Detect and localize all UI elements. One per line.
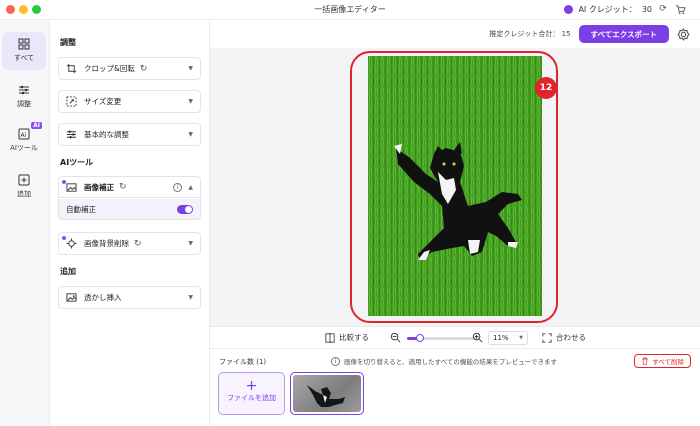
nav-label-add: 追加 <box>17 190 31 198</box>
zoom-in-icon[interactable] <box>472 332 483 343</box>
tool-crop-rotate[interactable]: クロップ&回転 ↻ ▼ <box>58 57 201 80</box>
delete-all-button[interactable]: すべて削除 <box>634 354 691 368</box>
ai-icon: Ai <box>18 128 30 140</box>
tool-label-enhance: 画像補正 <box>84 182 114 192</box>
main-area: 推定クレジット合計： 15 すべてエクスポート 12 比較する 11% ▼ 合わ… <box>210 20 700 426</box>
trash-icon <box>642 357 648 365</box>
tool-bg-remove[interactable]: 画像背景削除 ↻ ▼ <box>58 232 201 255</box>
nav-item-add[interactable]: 追加 <box>2 168 46 206</box>
sliders-icon <box>66 130 77 139</box>
reset-icon[interactable]: ↻ <box>134 239 142 249</box>
sliders-icon <box>19 85 29 95</box>
chevron-up-icon[interactable]: ▲ <box>188 184 193 191</box>
credits-area: AI クレジット： 30 ⟳ <box>564 3 686 15</box>
nav-label-adjust: 調整 <box>17 100 31 108</box>
left-nav: すべて 調整 AI Ai AIツール 追加 <box>0 20 50 426</box>
reset-icon[interactable]: ↻ <box>119 182 127 192</box>
nav-label-all: すべて <box>13 54 35 62</box>
resize-icon <box>66 96 77 107</box>
file-count-label: ファイル数 (1) <box>219 358 267 366</box>
tool-label-watermark: 透かし挿入 <box>84 293 122 302</box>
file-count-badge: 12 <box>535 77 557 99</box>
chevron-down-icon[interactable]: ▼ <box>188 240 193 247</box>
plus-icon: + <box>245 378 258 394</box>
add-file-button[interactable]: + ファイルを追加 <box>218 372 285 415</box>
auto-enhance-label: 自動補正 <box>66 204 96 214</box>
cart-icon[interactable] <box>674 3 686 15</box>
info-icon[interactable]: i <box>173 182 183 192</box>
file-strip: ファイル数 (1) i 画像を切り替えると、適用したすべての機能の結果をプレビュ… <box>210 348 700 426</box>
refresh-icon[interactable]: ⟳ <box>657 3 669 15</box>
credits-value: 30 <box>641 4 652 14</box>
title-bar: 一括画像エディター AI クレジット： 30 ⟳ <box>0 0 700 20</box>
zoom-bar: 比較する 11% ▼ 合わせる <box>210 326 700 348</box>
compare-label: 比較する <box>339 333 369 342</box>
plus-square-icon <box>18 174 30 186</box>
compare-icon <box>325 332 335 343</box>
chevron-down-icon[interactable]: ▼ <box>188 131 193 138</box>
zoom-slider-knob[interactable] <box>415 334 424 342</box>
ai-badge: AI <box>31 122 42 129</box>
fit-label: 合わせる <box>556 333 586 342</box>
background-remove-icon <box>66 238 77 249</box>
chevron-down-icon[interactable]: ▼ <box>188 294 193 301</box>
section-title-add: 追加 <box>60 267 76 276</box>
compare-control[interactable]: 比較する <box>325 332 369 343</box>
tool-watermark[interactable]: 透かし挿入 ▼ <box>58 286 201 309</box>
section-title-adjust: 調整 <box>60 38 76 47</box>
svg-text:Ai: Ai <box>21 132 27 139</box>
export-all-button[interactable]: すべてエクスポート <box>578 25 669 43</box>
zoom-value: 11% <box>493 334 509 342</box>
fit-screen-icon <box>542 332 552 343</box>
add-file-label: ファイルを追加 <box>227 394 276 402</box>
grid-icon <box>18 38 30 50</box>
estimated-credits-value: 15 <box>561 30 571 38</box>
tool-resize[interactable]: サイズ変更 ▼ <box>58 90 201 113</box>
auto-enhance-row: 自動補正 <box>58 199 201 220</box>
chevron-down-icon: ▼ <box>519 335 523 341</box>
nav-item-ai-tools[interactable]: AI Ai AIツール <box>2 122 46 160</box>
credit-icon <box>564 4 574 14</box>
cat-on-grass-image <box>368 56 542 316</box>
info-icon: i <box>331 356 340 366</box>
crop-icon <box>66 63 77 74</box>
nav-item-all[interactable]: すべて <box>2 32 46 70</box>
preview-hint: i 画像を切り替えると、適用したすべての機能の結果をプレビューできます <box>331 356 557 366</box>
export-toolbar: 推定クレジット合計： 15 すべてエクスポート <box>210 20 700 48</box>
tool-label-basic: 基本的な調整 <box>84 130 129 139</box>
auto-enhance-toggle[interactable] <box>177 204 193 214</box>
tools-panel: 調整 クロップ&回転 ↻ ▼ サイズ変更 ▼ 基本的な調整 ▼ AIツール 画像… <box>50 20 210 426</box>
image-enhance-icon <box>66 182 77 192</box>
ai-dot-icon <box>61 235 67 241</box>
tool-basic-adjust[interactable]: 基本的な調整 ▼ <box>58 123 201 146</box>
estimated-credits-label: 推定クレジット合計： <box>489 30 560 38</box>
nav-item-adjust[interactable]: 調整 <box>2 78 46 116</box>
tool-label-crop: クロップ&回転 <box>84 64 135 73</box>
reset-icon[interactable]: ↻ <box>140 64 148 74</box>
gear-icon[interactable] <box>677 27 690 41</box>
preview-hint-text: 画像を切り替えると、適用したすべての機能の結果をプレビューできます <box>344 358 557 366</box>
delete-all-label: すべて削除 <box>652 358 684 366</box>
watermark-icon <box>66 293 77 302</box>
credits-label: AI クレジット： <box>578 4 637 14</box>
nav-label-ai-tools: AIツール <box>10 144 38 152</box>
ai-dot-icon <box>61 179 67 185</box>
tool-enhance[interactable]: 画像補正 ↻ i ▲ <box>58 176 201 198</box>
zoom-select[interactable]: 11% ▼ <box>488 331 528 345</box>
section-title-ai: AIツール <box>60 158 94 167</box>
chevron-down-icon[interactable]: ▼ <box>188 98 193 105</box>
thumbnail-image <box>293 375 361 412</box>
zoom-out-icon[interactable] <box>390 332 401 343</box>
preview-canvas: 12 <box>210 48 700 344</box>
tool-label-resize: サイズ変更 <box>84 97 122 106</box>
file-thumbnail[interactable] <box>290 372 364 415</box>
tool-label-bg-remove: 画像背景削除 <box>84 239 129 248</box>
zoom-slider[interactable] <box>407 334 479 342</box>
chevron-down-icon[interactable]: ▼ <box>188 65 193 72</box>
fit-control[interactable]: 合わせる <box>542 332 586 343</box>
